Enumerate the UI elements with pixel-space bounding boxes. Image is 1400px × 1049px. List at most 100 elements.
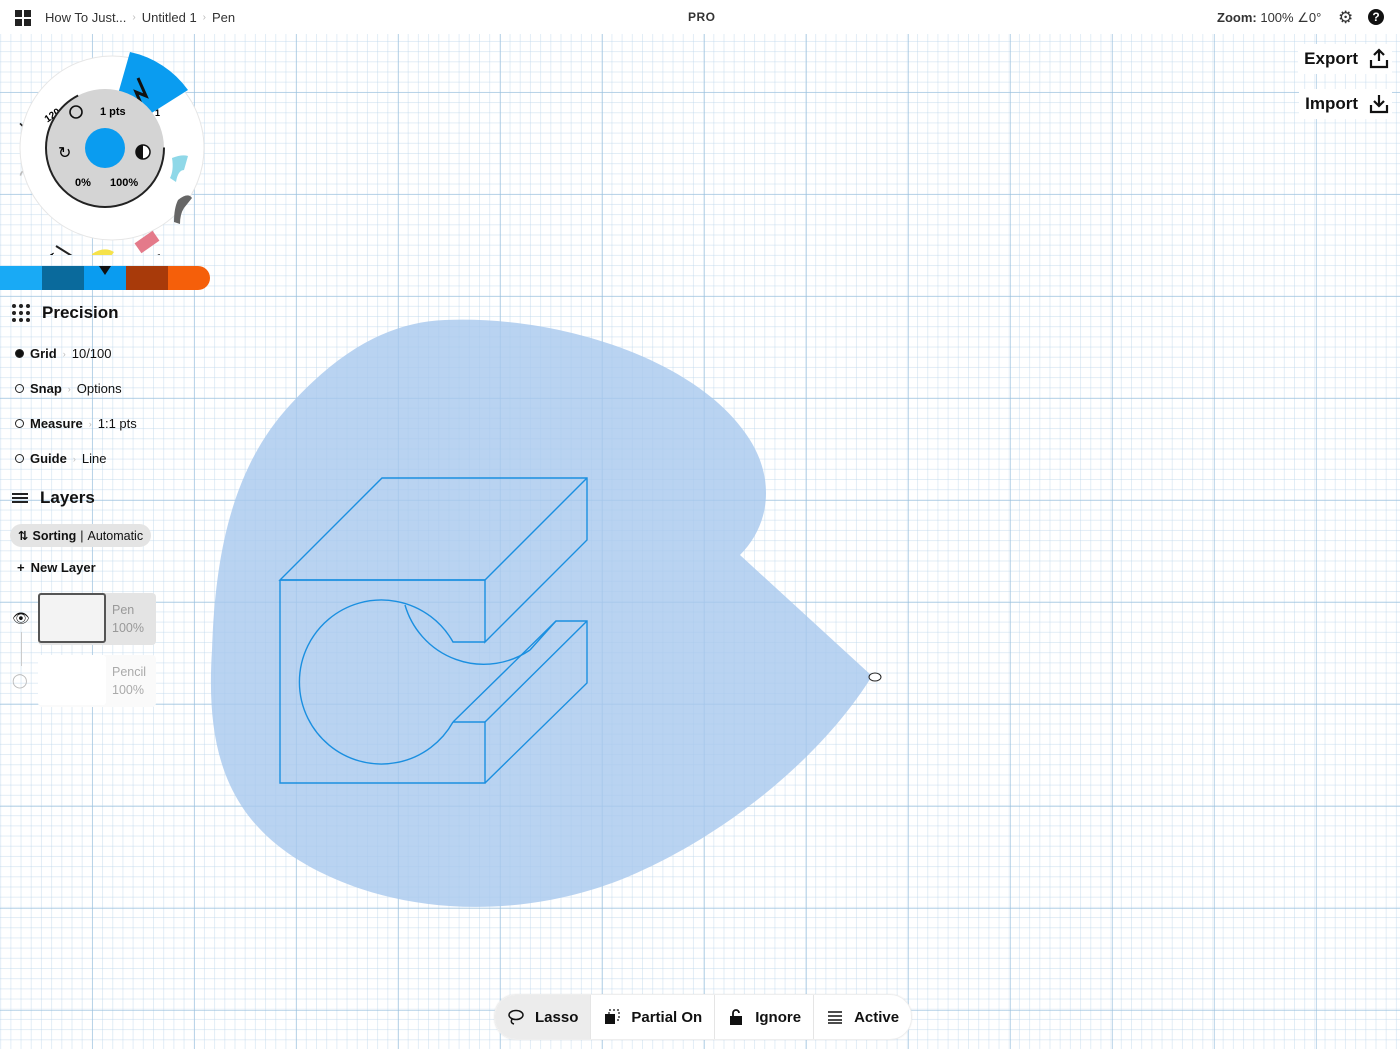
sorting-label: Sorting bbox=[32, 528, 77, 543]
import-button[interactable]: Import bbox=[1299, 89, 1392, 119]
gallery-grid-icon[interactable] bbox=[15, 10, 31, 26]
partial-select-icon bbox=[605, 1009, 620, 1024]
fountain-pen-tool-icon[interactable] bbox=[55, 245, 74, 255]
lock-icon bbox=[730, 1009, 743, 1025]
measure-toggle[interactable] bbox=[15, 419, 24, 428]
palette-swatch-selected[interactable] bbox=[84, 266, 126, 290]
palette-swatch[interactable] bbox=[42, 266, 84, 290]
angle-value: ∠0° bbox=[1297, 10, 1322, 25]
export-label: Export bbox=[1304, 49, 1358, 68]
lasso-label: Lasso bbox=[535, 1008, 579, 1026]
layer-opacity[interactable]: 100% bbox=[112, 681, 146, 699]
snap-label: Snap bbox=[30, 381, 62, 396]
snap-value[interactable]: Options bbox=[77, 381, 122, 396]
brush-wheel[interactable]: 120 2 1 20 40 1 1 pts ↻ 0% 100% bbox=[0, 40, 215, 255]
partial-on-label: Partial On bbox=[631, 1008, 703, 1026]
palette-swatch[interactable] bbox=[0, 266, 42, 290]
precision-title: Precision bbox=[42, 303, 119, 322]
snap-toggle[interactable] bbox=[15, 384, 24, 393]
eye-hidden-icon[interactable]: ◯ bbox=[12, 672, 28, 689]
measure-value[interactable]: 1:1 pts bbox=[98, 416, 137, 431]
precision-item-guide[interactable]: Guide › Line bbox=[15, 451, 106, 466]
new-layer-button[interactable]: + New Layer bbox=[17, 560, 96, 575]
ignore-button[interactable]: Ignore bbox=[715, 995, 815, 1039]
grid-toggle[interactable] bbox=[15, 349, 24, 358]
breadcrumb-chevron-icon: › bbox=[202, 12, 207, 23]
layer-name: Pen bbox=[112, 603, 135, 617]
sorting-divider: | bbox=[80, 528, 84, 543]
breadcrumb-layer[interactable]: Pen bbox=[212, 10, 235, 25]
help-icon[interactable]: ? bbox=[1368, 9, 1384, 25]
export-icon bbox=[1369, 48, 1389, 69]
chevron-right-icon: › bbox=[88, 418, 92, 429]
guide-label: Guide bbox=[30, 451, 67, 466]
chevron-right-icon: › bbox=[72, 453, 76, 464]
guide-value[interactable]: Line bbox=[82, 451, 107, 466]
active-label: Active bbox=[854, 1008, 900, 1026]
breadcrumb-gallery[interactable]: How To Just... bbox=[45, 10, 126, 25]
top-bar: How To Just... › Untitled 1 › Pen PRO Zo… bbox=[0, 0, 1400, 34]
layer-name: Pencil bbox=[112, 665, 147, 679]
zoom-readout[interactable]: Zoom: 100% ∠0° bbox=[1217, 10, 1321, 26]
guide-toggle[interactable] bbox=[15, 454, 24, 463]
lasso-cursor-icon bbox=[868, 672, 882, 682]
opacity-max[interactable]: 100% bbox=[110, 177, 138, 189]
layers-header[interactable]: Layers bbox=[12, 488, 95, 508]
selection-toolbar: Lasso Partial On Ignore Active bbox=[494, 994, 913, 1040]
layer-meta: Pen 100% bbox=[106, 593, 144, 645]
wheel-label-1-top: 1 bbox=[155, 108, 160, 118]
pro-badge[interactable]: PRO bbox=[688, 10, 716, 24]
contrast-icon[interactable] bbox=[135, 144, 151, 160]
import-label: Import bbox=[1305, 94, 1358, 113]
highlighter-tool-icon[interactable] bbox=[92, 249, 114, 255]
breadcrumb-drawing[interactable]: Untitled 1 bbox=[142, 10, 197, 25]
partial-on-button[interactable]: Partial On bbox=[591, 995, 716, 1039]
layer-opacity[interactable]: 100% bbox=[112, 619, 144, 637]
lasso-selection-area bbox=[210, 319, 873, 907]
gear-icon[interactable]: ⚙ bbox=[1338, 9, 1353, 26]
grid-label: Grid bbox=[30, 346, 57, 361]
size-value[interactable]: 1 pts bbox=[100, 106, 126, 118]
sorting-pill[interactable]: ⇅ Sorting | Automatic bbox=[10, 524, 152, 547]
layer-meta: Pencil 100% bbox=[106, 655, 146, 707]
opacity-min[interactable]: 0% bbox=[75, 177, 91, 189]
precision-item-grid[interactable]: Grid › 10/100 bbox=[15, 346, 112, 361]
wheel-label-1-bottom: 1 bbox=[49, 251, 58, 255]
current-color-swatch[interactable] bbox=[85, 128, 125, 168]
chevron-right-icon: › bbox=[67, 383, 71, 394]
color-palette bbox=[0, 266, 210, 290]
breadcrumb-chevron-icon: › bbox=[132, 12, 136, 23]
eye-visible-icon[interactable]: 👁 bbox=[12, 610, 30, 627]
reset-icon[interactable]: ↻ bbox=[58, 143, 71, 162]
sorting-value: Automatic bbox=[87, 528, 144, 543]
precision-header[interactable]: Precision bbox=[12, 303, 119, 323]
wheel-label-20: 20 bbox=[148, 251, 163, 255]
lasso-icon bbox=[508, 1009, 524, 1025]
new-layer-label: New Layer bbox=[30, 560, 96, 575]
palette-swatch[interactable] bbox=[168, 266, 210, 290]
layer-item-pencil[interactable]: Pencil 100% bbox=[38, 655, 156, 707]
export-button[interactable]: Export bbox=[1298, 44, 1392, 74]
measure-label: Measure bbox=[30, 416, 83, 431]
grid-dots-icon bbox=[12, 304, 30, 322]
layers-icon bbox=[12, 493, 28, 503]
zoom-value: 100% bbox=[1260, 10, 1294, 25]
import-icon bbox=[1369, 95, 1389, 114]
breadcrumb: How To Just... › Untitled 1 › Pen bbox=[45, 10, 235, 25]
layer-item-pen[interactable]: Pen 100% bbox=[38, 593, 156, 645]
selected-color-pointer-icon bbox=[99, 266, 111, 275]
plus-icon: + bbox=[17, 560, 25, 575]
grid-value[interactable]: 10/100 bbox=[72, 346, 112, 361]
precision-item-measure[interactable]: Measure › 1:1 pts bbox=[15, 416, 137, 431]
precision-item-snap[interactable]: Snap › Options bbox=[15, 381, 122, 396]
lasso-button[interactable]: Lasso bbox=[495, 995, 592, 1039]
sort-arrows-icon: ⇅ bbox=[18, 529, 29, 543]
layers-stack-icon bbox=[828, 1011, 843, 1024]
palette-swatch[interactable] bbox=[126, 266, 168, 290]
chevron-right-icon: › bbox=[62, 348, 66, 359]
ignore-label: Ignore bbox=[755, 1008, 802, 1026]
zoom-label: Zoom: bbox=[1217, 10, 1257, 25]
active-button[interactable]: Active bbox=[814, 995, 911, 1039]
layers-title: Layers bbox=[40, 488, 95, 507]
layer-link-line bbox=[21, 632, 22, 666]
